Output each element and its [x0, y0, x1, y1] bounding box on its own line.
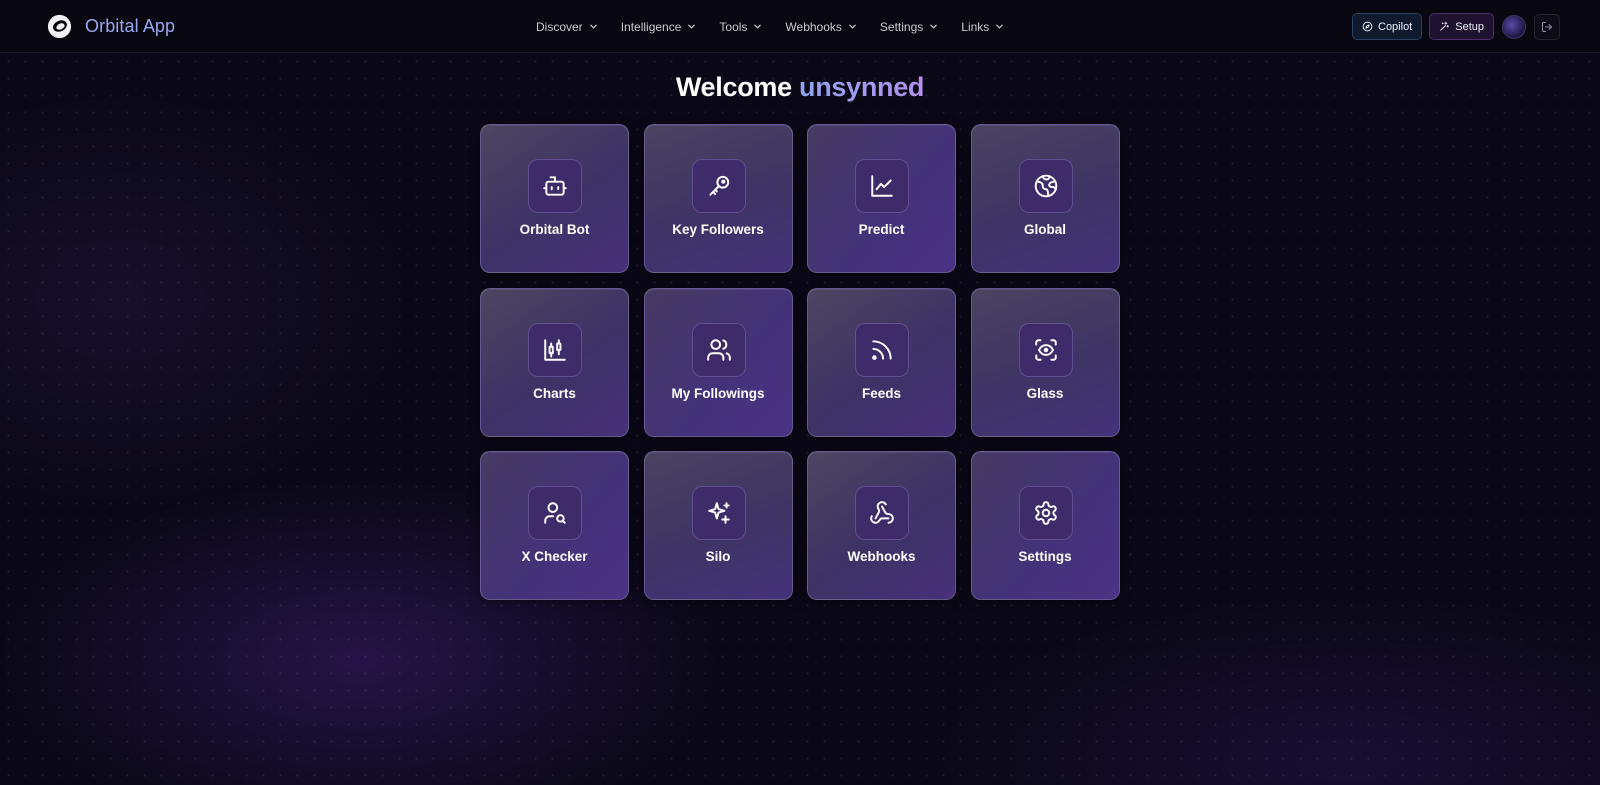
rss-icon [872, 339, 892, 360]
tile-icon-box [528, 322, 582, 377]
nav-label: Intelligence [620, 19, 682, 34]
welcome-heading: Welcome unsynned [0, 72, 1600, 103]
tile-key-followers[interactable]: Key Followers [643, 124, 793, 273]
webhook-icon [870, 501, 894, 524]
tile-label: Charts [533, 385, 576, 401]
tile-icon-box [855, 159, 909, 213]
chevron-down-icon [996, 24, 1004, 29]
copilot-label: Copilot [1378, 20, 1413, 33]
tile-label: Global [1023, 222, 1066, 237]
tile-label: Settings [1018, 549, 1072, 564]
tile-label: Glass [1026, 385, 1064, 401]
nav-links[interactable]: Links [961, 20, 1004, 34]
tile-settings[interactable]: Settings [970, 451, 1120, 600]
tile-my-followings[interactable]: My Followings [643, 287, 793, 437]
chevron-down-icon [754, 24, 762, 29]
nav-settings[interactable]: Settings [880, 20, 938, 34]
tile-icon-box [691, 159, 746, 213]
app-name: Orbital App [85, 15, 176, 36]
line-chart-icon [871, 175, 893, 197]
brand[interactable]: Orbital App [46, 12, 175, 40]
tile-icon-box [691, 322, 746, 377]
welcome-greeting: Welcome [675, 72, 792, 102]
setup-label: Setup [1455, 20, 1484, 33]
setup-button[interactable]: Setup [1429, 13, 1494, 40]
tile-x-checker[interactable]: X Checker [480, 451, 629, 600]
tile-icon-box [1018, 322, 1073, 377]
logout-button[interactable] [1534, 13, 1560, 40]
tile-label: Webhooks [847, 549, 916, 564]
nav-label: Tools [719, 19, 748, 34]
bot-icon [543, 176, 567, 196]
nav-tools[interactable]: Tools [719, 20, 762, 34]
user-search-icon [544, 502, 566, 524]
tile-predict[interactable]: Predict [807, 124, 956, 273]
nav-label: Discover [536, 19, 583, 34]
tile-icon-box [528, 159, 582, 213]
tile-icon-box [1018, 486, 1073, 540]
tile-label: Feeds [861, 385, 902, 401]
tile-label: X Checker [521, 549, 588, 564]
tile-label: Key Followers [672, 222, 764, 237]
tile-icon-box [528, 486, 582, 540]
tile-label: Silo [705, 549, 731, 564]
top-navbar: Orbital App Discover Intelligence Tools … [0, 0, 1600, 53]
key-icon [708, 175, 729, 196]
tile-label: Predict [858, 222, 905, 237]
logout-icon [1542, 21, 1552, 32]
copilot-button[interactable]: Copilot [1352, 13, 1423, 40]
tile-feeds[interactable]: Feeds [807, 287, 956, 437]
header-actions: Copilot Setup [1345, 13, 1560, 40]
globe-icon [1034, 174, 1057, 198]
welcome-username: unsynned [799, 72, 925, 102]
chevron-down-icon [688, 24, 696, 29]
tile-glass[interactable]: Glass [970, 287, 1120, 437]
nav-webhooks[interactable]: Webhooks [785, 20, 856, 34]
nav-discover[interactable]: Discover [536, 20, 598, 34]
nav-intelligence[interactable]: Intelligence [621, 20, 697, 34]
tile-label: Orbital Bot [519, 222, 590, 237]
candlestick-chart-icon [544, 338, 566, 361]
tile-webhooks[interactable]: Webhooks [807, 451, 956, 600]
orbital-logo-icon [47, 14, 72, 38]
user-avatar[interactable] [1502, 14, 1526, 39]
tile-charts[interactable]: Charts [480, 287, 629, 437]
nav-label: Webhooks [785, 19, 842, 34]
nav-label: Links [961, 19, 990, 34]
nav-label: Settings [879, 19, 924, 34]
tile-icon-box [855, 322, 909, 377]
tile-global[interactable]: Global [970, 124, 1120, 273]
tile-icon-box [691, 486, 746, 540]
app-tile-grid: Orbital Bot Key Followers Predict Global… [480, 124, 1120, 600]
tile-icon-box [855, 486, 909, 540]
tile-icon-box [1018, 159, 1073, 213]
gear-icon [1034, 501, 1057, 525]
chevron-down-icon [589, 24, 597, 29]
scan-eye-icon [1034, 338, 1057, 361]
chevron-down-icon [849, 24, 856, 29]
sparkles-icon [707, 502, 730, 524]
tile-orbital-bot[interactable]: Orbital Bot [480, 124, 629, 273]
chevron-down-icon [930, 24, 938, 29]
tile-label: My Followings [671, 385, 765, 401]
main-nav: Discover Intelligence Tools Webhooks Set… [536, 0, 1027, 53]
compass-icon [1362, 21, 1373, 32]
tile-silo[interactable]: Silo [643, 451, 793, 600]
users-icon [706, 338, 731, 361]
wand-sparkles-icon [1440, 21, 1450, 31]
